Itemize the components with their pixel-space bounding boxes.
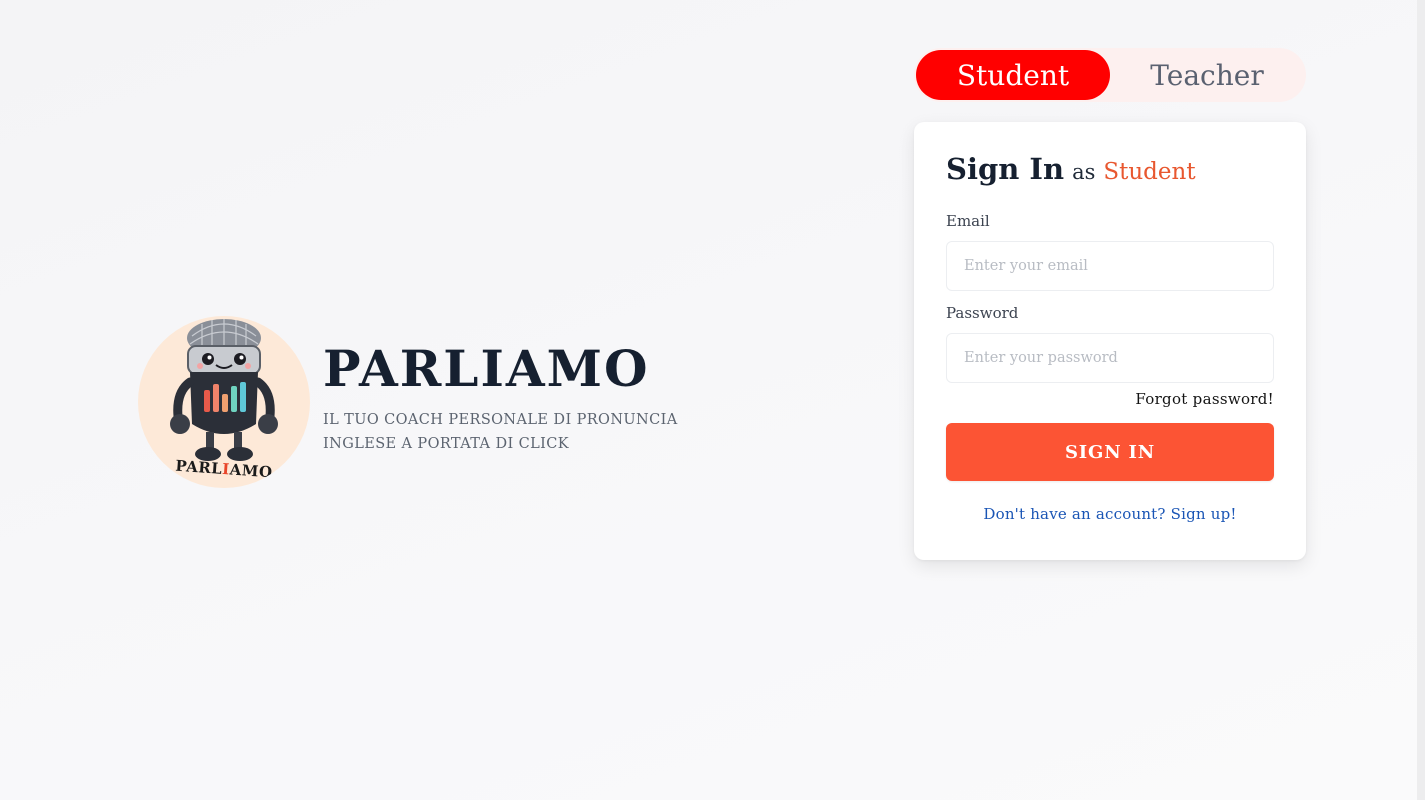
email-field[interactable] — [946, 241, 1274, 291]
sign-in-card: Sign In as Student Email Password Forgot… — [914, 122, 1306, 560]
sign-in-title: Sign In — [946, 152, 1065, 186]
sign-in-heading: Sign In as Student — [946, 152, 1274, 190]
brand-section: PARLIAMO PARLIAMO IL TUO COACH PERSONALE… — [138, 316, 753, 488]
brand-title: PARLIAMO — [323, 339, 650, 398]
sign-in-button[interactable]: SIGN IN — [946, 423, 1274, 481]
brand-text: PARLIAMO IL TUO COACH PERSONALE DI PRONU… — [323, 340, 753, 456]
microphone-robot-mascot-icon: PARLIAMO — [138, 316, 310, 488]
tab-student[interactable]: Student — [916, 50, 1110, 100]
forgot-password-link[interactable]: Forgot password! — [946, 390, 1274, 410]
email-label: Email — [946, 212, 990, 230]
password-label: Password — [946, 304, 1019, 322]
sign-up-link[interactable]: Don't have an account? Sign up! — [946, 505, 1274, 523]
window-edge — [1417, 0, 1425, 800]
sign-in-role: Student — [1103, 159, 1196, 185]
password-field[interactable] — [946, 333, 1274, 383]
brand-tagline: IL TUO COACH PERSONALE DI PRONUNCIA INGL… — [323, 412, 678, 452]
tab-teacher[interactable]: Teacher — [1110, 50, 1304, 100]
sign-in-as: as — [1072, 160, 1096, 184]
role-toggle: Student Teacher — [914, 48, 1306, 102]
